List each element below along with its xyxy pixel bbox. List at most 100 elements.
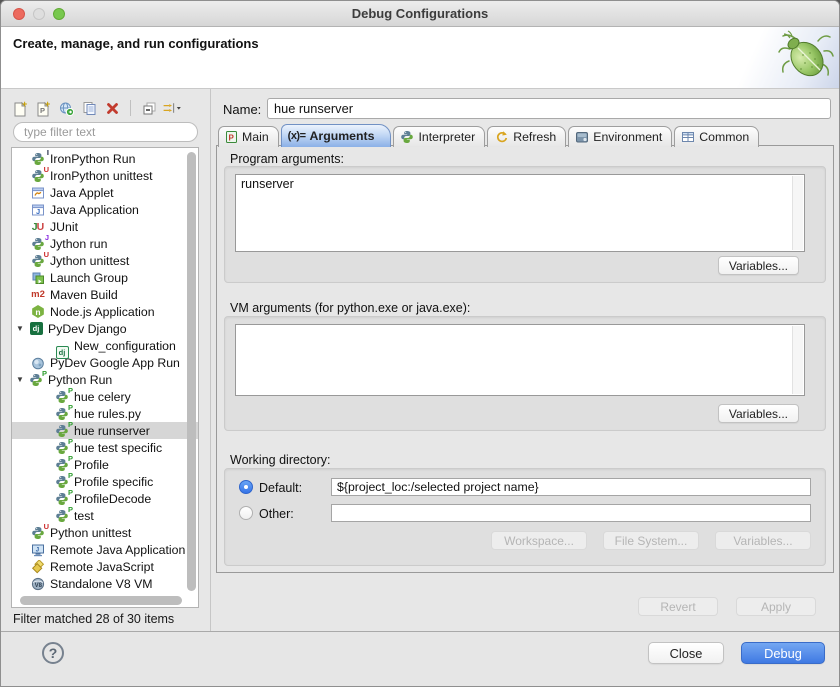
zoom-window-button[interactable]: [53, 8, 65, 20]
launch-group-icon: [30, 271, 46, 285]
tab-common[interactable]: Common: [674, 126, 759, 147]
default-radio[interactable]: [239, 480, 253, 494]
apply-button[interactable]: Apply: [736, 597, 816, 616]
close-window-button[interactable]: [13, 8, 25, 20]
jython-run-icon: J: [30, 237, 46, 251]
workspace-button[interactable]: Workspace...: [491, 531, 587, 550]
textarea-scrollbar[interactable]: [792, 176, 803, 250]
collapse-all-icon[interactable]: [139, 98, 159, 118]
variables-button[interactable]: Variables...: [715, 531, 811, 550]
filter-status: Filter matched 28 of 30 items: [13, 612, 174, 626]
revert-button[interactable]: Revert: [638, 597, 718, 616]
expander-icon[interactable]: ▼: [14, 324, 28, 333]
tree-item-new-configuration[interactable]: djNew_configuration: [12, 337, 198, 354]
python-run-icon: P: [54, 390, 70, 404]
tree-item-maven-build[interactable]: m2Maven Build: [12, 286, 198, 303]
tree-item-profile[interactable]: PProfile: [12, 456, 198, 473]
tree-item-node-js-application[interactable]: nNode.js Application: [12, 303, 198, 320]
other-directory-input[interactable]: [331, 504, 811, 522]
delete-configuration-icon[interactable]: [102, 98, 122, 118]
tree-item-label: Profile specific: [74, 475, 153, 489]
tree-item-label: Launch Group: [50, 271, 128, 285]
tree-horizontal-scrollbar[interactable]: [20, 596, 182, 605]
tree-item-launch-group[interactable]: Launch Group: [12, 269, 198, 286]
file-system-button[interactable]: File System...: [603, 531, 699, 550]
tree-item-junit[interactable]: JUJUnit: [12, 218, 198, 235]
tree-item-python-run[interactable]: ▼PPython Run: [12, 371, 198, 388]
tab-label: Environment: [593, 130, 662, 144]
common-tab-icon: [681, 130, 695, 144]
filter-input[interactable]: [13, 122, 198, 142]
tab-environment[interactable]: Environment: [568, 126, 672, 147]
maven-build-icon: m2: [30, 288, 46, 302]
tree-item-ironpython-unittest[interactable]: UIronPython unittest: [12, 167, 198, 184]
tree-item-label: Python unittest: [50, 526, 131, 540]
export-configurations-icon[interactable]: [56, 98, 76, 118]
default-directory-input[interactable]: [331, 478, 811, 496]
ironpython-unittest-icon: U: [30, 169, 46, 183]
tree-item-label: JUnit: [50, 220, 78, 234]
tree-item-profile-specific[interactable]: PProfile specific: [12, 473, 198, 490]
configurations-tree[interactable]: IIronPython RunUIronPython unittest Java …: [11, 147, 199, 608]
tree-item-label: Jython unittest: [50, 254, 129, 268]
new-prototype-icon[interactable]: P+: [33, 98, 53, 118]
name-label: Name:: [223, 102, 261, 117]
tree-item-jython-unittest[interactable]: UJython unittest: [12, 252, 198, 269]
tree-item-ironpython-run[interactable]: IIronPython Run: [12, 150, 198, 167]
python-run-icon: P: [54, 441, 70, 455]
tree-item-remote-javascript[interactable]: Remote JavaScript: [12, 558, 198, 575]
tree-item-profiledecode[interactable]: PProfileDecode: [12, 490, 198, 507]
tree-item-java-application[interactable]: JJava Application: [12, 201, 198, 218]
toolbar: +P+: [10, 97, 182, 119]
minimize-window-button[interactable]: [33, 8, 45, 20]
tree-item-jython-run[interactable]: JJython run: [12, 235, 198, 252]
expander-icon[interactable]: ▼: [14, 375, 28, 384]
tree-item-test[interactable]: Ptest: [12, 507, 198, 524]
tree-item-label: Node.js Application: [50, 305, 155, 319]
remote-javascript-icon: [30, 560, 46, 574]
tree-item-label: hue celery: [74, 390, 131, 404]
other-label[interactable]: Other:: [259, 507, 294, 521]
duplicate-configuration-icon[interactable]: [79, 98, 99, 118]
tree-item-label: Profile: [74, 458, 109, 472]
window-title: Debug Configurations: [1, 1, 839, 26]
default-label[interactable]: Default:: [259, 481, 302, 495]
tree-item-label: Java Applet: [50, 186, 114, 200]
debug-button[interactable]: Debug: [741, 642, 825, 664]
tree-item-label: IronPython Run: [50, 152, 135, 166]
pydev-django-icon: dj: [28, 322, 44, 336]
java-applet-icon: [30, 186, 46, 200]
filter-configurations-icon[interactable]: [162, 98, 182, 118]
tab-arguments[interactable]: (x)=Arguments: [281, 124, 392, 147]
tab-refresh[interactable]: Refresh: [487, 126, 566, 147]
tab-interpreter[interactable]: Interpreter: [393, 126, 485, 147]
tree-item-standalone-v8-vm[interactable]: V8Standalone V8 VM: [12, 575, 198, 592]
other-radio[interactable]: [239, 506, 253, 520]
vm-arguments-variables-button[interactable]: Variables...: [718, 404, 799, 423]
new-configuration-icon[interactable]: +: [10, 98, 30, 118]
tree-item-hue-rules-py[interactable]: Phue rules.py: [12, 405, 198, 422]
name-input[interactable]: [267, 98, 831, 119]
tree-item-label: hue rules.py: [74, 407, 141, 421]
tree-item-python-unittest[interactable]: UPython unittest: [12, 524, 198, 541]
tree-item-label: test: [74, 509, 94, 523]
help-button[interactable]: ?: [42, 642, 64, 664]
working-directory-buttons: Workspace... File System... Variables...: [491, 531, 811, 550]
tree-item-hue-celery[interactable]: Phue celery: [12, 388, 198, 405]
textarea-scrollbar[interactable]: [792, 326, 803, 394]
program-arguments-variables-button[interactable]: Variables...: [718, 256, 799, 275]
tree-item-pydev-django[interactable]: ▼djPyDev Django: [12, 320, 198, 337]
panel-sash[interactable]: [210, 89, 211, 631]
tree-item-hue-test-specific[interactable]: Phue test specific: [12, 439, 198, 456]
tree-rows: IIronPython RunUIronPython unittest Java …: [12, 150, 198, 592]
vm-arguments-textarea[interactable]: [235, 324, 805, 396]
tree-item-java-applet[interactable]: Java Applet: [12, 184, 198, 201]
program-arguments-textarea[interactable]: runserver: [235, 174, 805, 252]
svg-text:J: J: [36, 207, 40, 216]
tree-item-hue-runserver[interactable]: Phue runserver: [12, 422, 198, 439]
tab-main[interactable]: PMain: [218, 126, 279, 147]
close-button[interactable]: Close: [648, 642, 724, 664]
tree-item-pydev-google-app-run[interactable]: PyDev Google App Run: [12, 354, 198, 371]
tree-item-remote-java-application[interactable]: JRemote Java Application: [12, 541, 198, 558]
tree-vertical-scrollbar[interactable]: [187, 152, 196, 591]
